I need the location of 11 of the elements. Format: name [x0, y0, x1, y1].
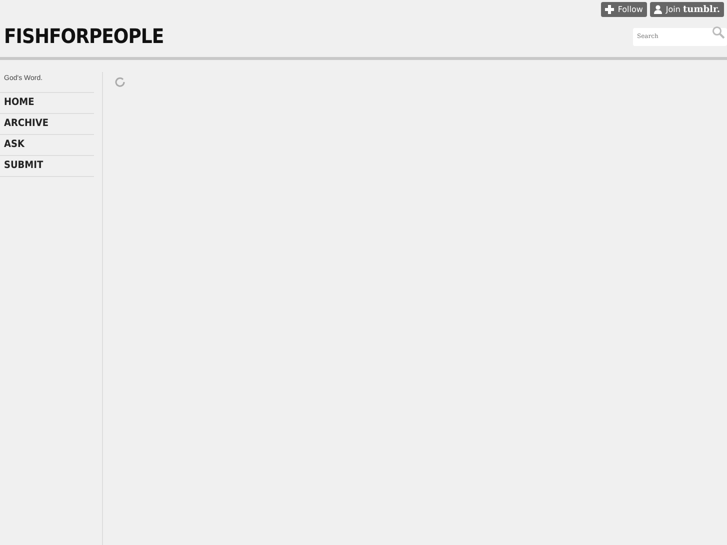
- loading-spinner-icon: [115, 77, 125, 87]
- nav-link[interactable]: ASK: [0, 134, 94, 155]
- nav-link[interactable]: HOME: [0, 92, 94, 113]
- join-button[interactable]: Join tumblr.: [650, 2, 724, 17]
- blog-title: FISHFORPEOPLE: [4, 24, 164, 48]
- person-icon: [654, 5, 662, 14]
- plus-icon: [604, 5, 614, 14]
- search-icon: [712, 26, 725, 39]
- follow-button[interactable]: Follow: [600, 2, 647, 17]
- nav-link[interactable]: ARCHIVE: [0, 113, 94, 134]
- nav-link[interactable]: SUBMIT: [0, 155, 94, 177]
